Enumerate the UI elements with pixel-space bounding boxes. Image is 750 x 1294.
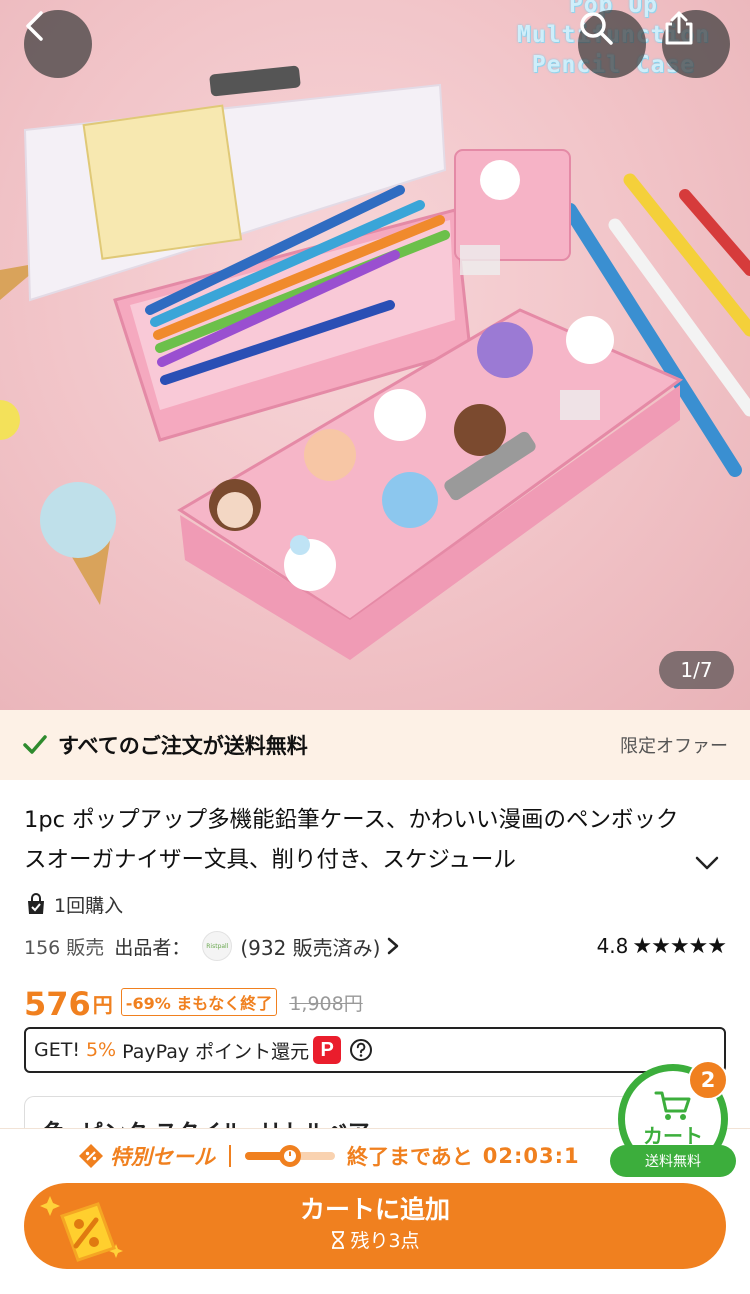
sale-tag-icon <box>79 1144 103 1168</box>
product-title[interactable]: 1pc ポップアップ多機能鉛筆ケース、かわいい漫画のペンボックスオーガナイザー文… <box>24 800 696 880</box>
search-icon <box>580 12 613 45</box>
special-sale-row: 特別セール 終了まであと 02:03:1 <box>78 1141 580 1171</box>
back-icon <box>26 11 43 41</box>
price-row: 576 円 -69% まもなく終了 1,908円 <box>24 980 363 1024</box>
share-icon <box>665 11 693 45</box>
paypay-points-banner[interactable]: GET! 5% PayPay ポイント還元 P <box>24 1027 726 1073</box>
seller-sold-count[interactable]: (932 販売済み) <box>240 932 380 961</box>
back-button[interactable] <box>24 10 92 78</box>
sold-count: 156 販売 <box>24 936 105 959</box>
product-image[interactable]: Pop Up Multifunction Pencil Case 1/7 <box>0 0 750 710</box>
bag-icon <box>28 893 44 914</box>
share-button[interactable] <box>662 10 730 78</box>
check-icon <box>23 735 47 754</box>
search-button[interactable] <box>578 10 646 78</box>
discount-badge: -69% まもなく終了 <box>120 988 278 1016</box>
seller-row: 156 販売 出品者： Ristpall (932 販売済み) 4.8 ★★★★… <box>24 928 727 964</box>
divider <box>229 1145 231 1167</box>
purchase-count: 1回購入 <box>24 889 123 919</box>
chevron-right-icon[interactable] <box>386 936 400 956</box>
cart-free-shipping-label: 送料無料 <box>610 1145 736 1177</box>
original-price: 1,908円 <box>289 993 363 1015</box>
seller-label: 出品者： <box>114 936 191 959</box>
points-percent: 5% <box>85 1039 117 1061</box>
rating[interactable]: 4.8 ★★★★★ <box>596 933 727 959</box>
help-icon[interactable] <box>349 1038 373 1062</box>
chevron-down-icon[interactable] <box>694 850 720 876</box>
rating-value: 4.8 <box>596 934 629 958</box>
countdown-timer: 02:03:1 <box>482 1144 580 1168</box>
coupon-icon <box>40 1196 123 1262</box>
currency-label: 円 <box>92 993 113 1017</box>
current-price: 576 <box>24 985 91 1023</box>
stock-remaining-text: 残り3点 <box>350 1230 420 1252</box>
special-sale-label: 特別セール <box>110 1145 215 1169</box>
seller-logo[interactable]: Ristpall <box>202 931 233 961</box>
cart-icon <box>654 1091 691 1120</box>
limited-offer-label: 限定オファー <box>620 736 728 757</box>
hourglass-icon <box>332 1231 345 1249</box>
free-shipping-banner[interactable]: すべてのご注文が送料無料 限定オファー <box>0 710 750 780</box>
purchase-count-text: 1回購入 <box>54 894 124 917</box>
cart-count-badge: 2 <box>688 1060 728 1100</box>
sale-progress-bar <box>245 1145 335 1167</box>
star-icon: ★★★★★ <box>632 933 727 959</box>
points-prefix: GET! <box>34 1039 80 1061</box>
product-photo-illustration <box>0 65 750 660</box>
ends-in-label: 終了まであと <box>347 1145 473 1169</box>
points-text: PayPay ポイント還元 <box>122 1040 310 1063</box>
image-counter: 1/7 <box>659 651 734 689</box>
paypay-logo: P <box>313 1036 342 1064</box>
free-shipping-text: すべてのご注文が送料無料 <box>58 734 308 758</box>
